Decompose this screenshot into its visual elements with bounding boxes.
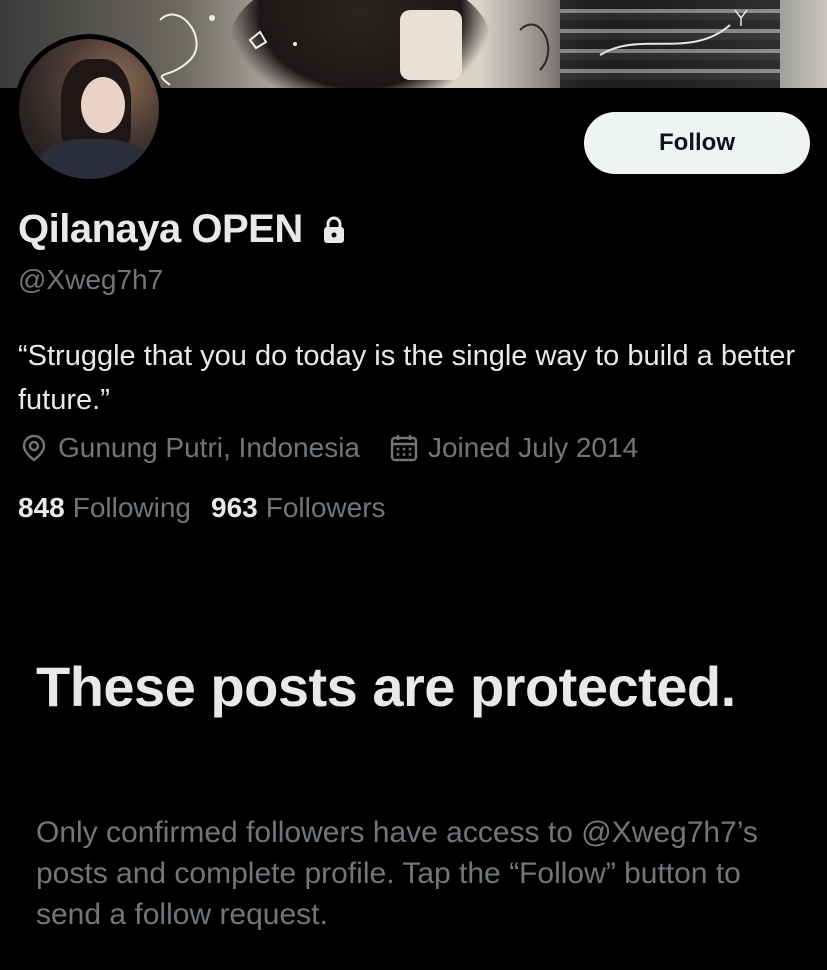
lock-icon bbox=[319, 215, 349, 245]
profile-avatar[interactable] bbox=[14, 34, 164, 184]
followers-count: 963 bbox=[211, 492, 258, 523]
following-link[interactable]: 848 Following bbox=[18, 492, 191, 524]
avatar-face bbox=[81, 77, 125, 133]
location-item: Gunung Putri, Indonesia bbox=[18, 432, 360, 464]
avatar-image bbox=[19, 39, 159, 179]
protected-notice-description: Only confirmed followers have access to … bbox=[36, 816, 758, 931]
display-name: Qilanaya OPEN bbox=[18, 207, 303, 251]
display-name-row: Qilanaya OPEN bbox=[18, 207, 349, 252]
location-pin-icon bbox=[18, 432, 50, 464]
profile-handle: @Xweg7h7 bbox=[18, 264, 164, 295]
calendar-icon bbox=[388, 432, 420, 464]
profile-bio: “Struggle that you do today is the singl… bbox=[18, 340, 796, 416]
location-text: Gunung Putri, Indonesia bbox=[58, 432, 360, 463]
following-count: 848 bbox=[18, 492, 65, 523]
avatar-body bbox=[39, 139, 149, 179]
protected-notice-title: These posts are protected. bbox=[36, 655, 736, 718]
followers-label: Followers bbox=[265, 492, 386, 523]
following-label: Following bbox=[72, 492, 191, 523]
profile-meta: Gunung Putri, Indonesia Joined July 2014 bbox=[18, 432, 638, 464]
joined-item: Joined July 2014 bbox=[388, 432, 638, 464]
followers-link[interactable]: 963 Followers bbox=[211, 492, 386, 524]
follow-button[interactable]: Follow bbox=[584, 112, 810, 174]
joined-text: Joined July 2014 bbox=[427, 432, 639, 463]
profile-stats: 848 Following 963 Followers bbox=[18, 492, 386, 524]
